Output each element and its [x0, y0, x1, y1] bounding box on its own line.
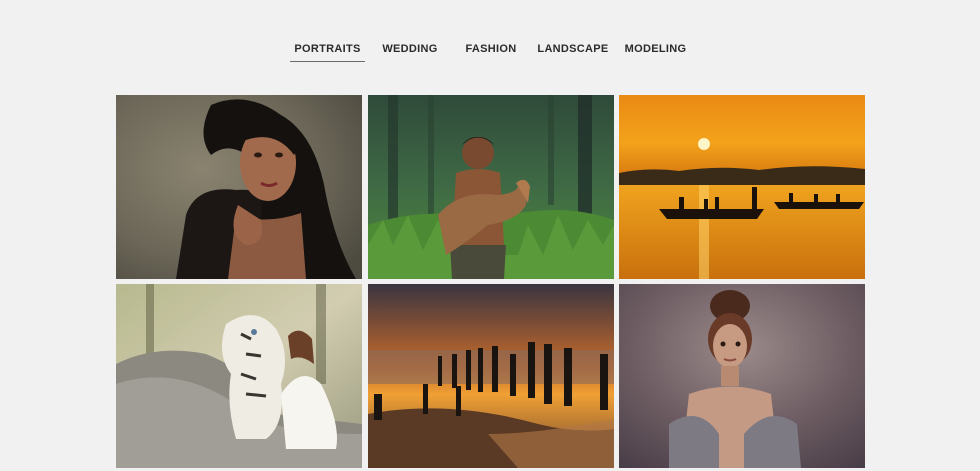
tab-portraits[interactable]: PORTRAITS	[290, 38, 365, 62]
tab-fashion[interactable]: FASHION	[461, 38, 521, 61]
woman-portrait-image	[116, 95, 362, 279]
boy-goat-forest-image	[368, 95, 614, 279]
beach-pier-image	[368, 284, 614, 468]
sunset-river-image	[619, 95, 865, 279]
gallery-photo-woman-with-tiger[interactable]	[116, 284, 362, 468]
gallery-photo-boy-with-goat[interactable]	[368, 95, 614, 279]
gallery-photo-beach-sunset[interactable]	[368, 284, 614, 468]
woman-bun-image	[619, 284, 865, 468]
portfolio-gallery-page: PORTRAITS WEDDING FASHION LANDSCAPE MODE…	[0, 0, 980, 471]
tab-modeling[interactable]: MODELING	[623, 38, 688, 61]
gallery-photo-woman-hair-bun[interactable]	[619, 284, 865, 468]
tab-wedding[interactable]: WEDDING	[378, 38, 442, 61]
gallery-photo-woman-portrait[interactable]	[116, 95, 362, 279]
tab-landscape[interactable]: LANDSCAPE	[537, 38, 609, 61]
woman-tiger-image	[116, 284, 362, 468]
photo-grid	[116, 95, 866, 471]
filter-tabs: PORTRAITS WEDDING FASHION LANDSCAPE MODE…	[0, 38, 980, 62]
gallery-photo-sunset-river[interactable]	[619, 95, 865, 279]
